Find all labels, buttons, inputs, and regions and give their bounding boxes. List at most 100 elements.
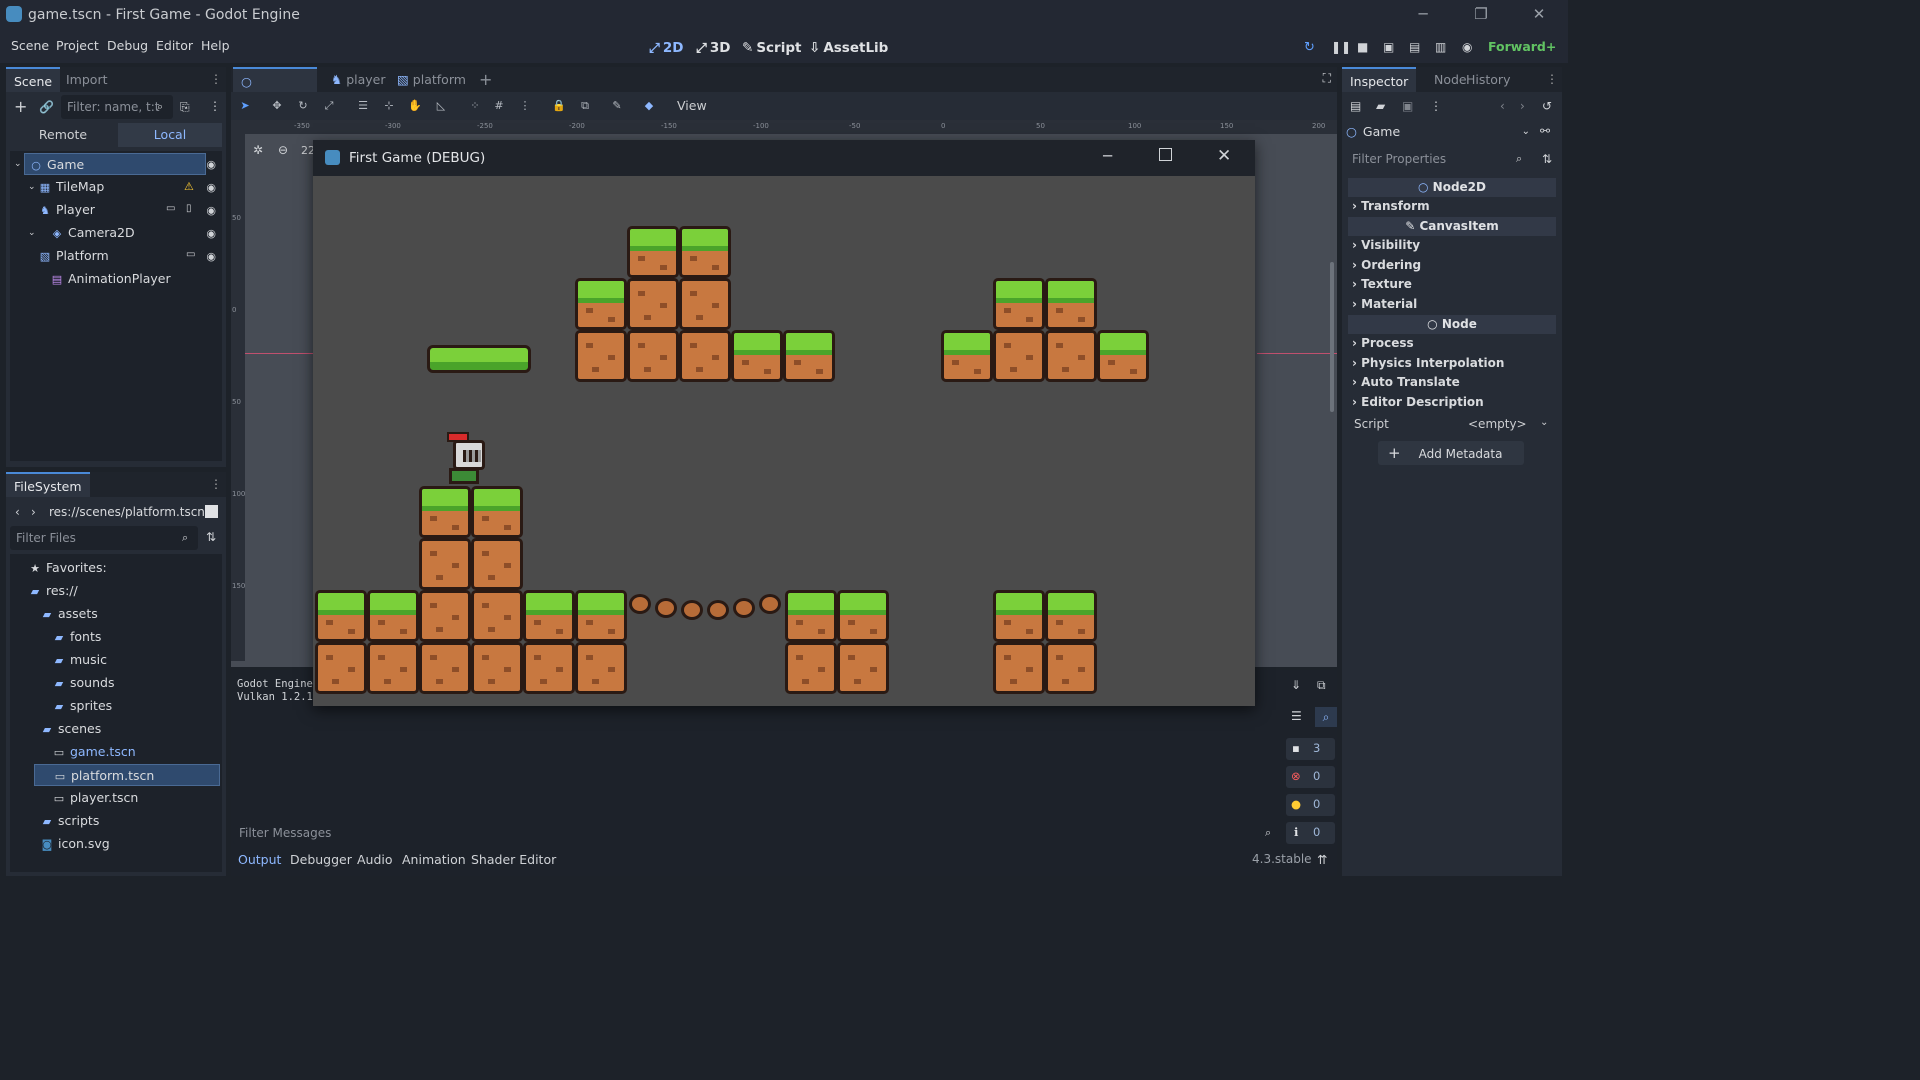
copy-icon[interactable]: ⧉ bbox=[1317, 678, 1326, 693]
path-field[interactable]: res://scenes/platform.tscn bbox=[43, 500, 205, 524]
chevron-down-icon[interactable]: ⌄ bbox=[14, 159, 22, 169]
info-count-button[interactable]: ℹ0 bbox=[1286, 822, 1335, 844]
history-back-icon[interactable]: ‹ bbox=[1500, 99, 1505, 113]
menu-project[interactable]: Project bbox=[56, 29, 99, 63]
tab-shader-editor[interactable]: Shader Editor bbox=[471, 852, 556, 867]
chevron-down-icon[interactable]: ⌄ bbox=[28, 182, 36, 192]
chevron-down-icon[interactable]: ⌄ bbox=[28, 228, 36, 238]
folder-res[interactable]: ▰ res:// bbox=[28, 580, 78, 602]
scene-menu-icon[interactable]: ⋮ bbox=[209, 99, 221, 113]
workspace-3d[interactable]: ⤢ 3D bbox=[696, 29, 730, 67]
tab-inspector[interactable]: Inspector bbox=[1342, 67, 1417, 92]
pan-tool-icon[interactable]: ✋ bbox=[407, 99, 423, 113]
prop-auto-translate[interactable]: › Auto Translate bbox=[1352, 373, 1460, 392]
folder-assets[interactable]: ▰ assets bbox=[40, 603, 98, 625]
folder-scenes[interactable]: ▰ scenes bbox=[40, 718, 101, 740]
file-icon-svg[interactable]: ◙ icon.svg bbox=[40, 833, 110, 855]
file-player-tscn[interactable]: ▭ player.tscn bbox=[52, 787, 139, 809]
rotate-tool-icon[interactable]: ↻ bbox=[295, 99, 311, 113]
tab-output[interactable]: Output bbox=[238, 852, 281, 867]
smart-snap-icon[interactable]: ⁘ bbox=[467, 99, 483, 113]
bone-icon[interactable]: ✎ bbox=[609, 99, 625, 113]
tree-item-camera2d[interactable]: ◈ Camera2D bbox=[50, 222, 135, 244]
pause-icon[interactable]: ❚❚ bbox=[1331, 40, 1351, 54]
add-node-icon[interactable]: + bbox=[14, 97, 27, 116]
group-icon[interactable]: ⧉ bbox=[577, 99, 593, 113]
zoom-out-icon[interactable]: ⊖ bbox=[278, 143, 288, 157]
link-icon[interactable]: 🔗 bbox=[39, 100, 54, 114]
menu-help[interactable]: Help bbox=[201, 29, 230, 63]
filter-lines-icon[interactable]: ☰ bbox=[1291, 709, 1302, 723]
close-icon[interactable]: ✕ bbox=[1510, 0, 1568, 29]
game-debug-window[interactable]: First Game (DEBUG) ─ ✕ bbox=[313, 140, 1255, 706]
movie-maker-icon[interactable]: ◉ bbox=[1462, 40, 1472, 54]
override-camera-icon[interactable]: ◆ bbox=[641, 99, 657, 113]
maximize-icon[interactable] bbox=[1159, 148, 1172, 161]
chevron-down-icon[interactable]: ⌄ bbox=[1540, 417, 1548, 428]
filter-messages-input[interactable]: Filter Messages bbox=[233, 822, 1279, 844]
pivot-tool-icon[interactable]: ⊹ bbox=[381, 99, 397, 113]
prop-process[interactable]: › Process bbox=[1352, 334, 1414, 353]
scroll-lock-icon[interactable]: ⇓ bbox=[1291, 678, 1301, 692]
stop-icon[interactable]: ■ bbox=[1357, 40, 1368, 54]
messages-count-button[interactable]: ▪ 3 bbox=[1286, 738, 1335, 760]
prop-transform[interactable]: › Transform bbox=[1352, 197, 1430, 216]
remote-button[interactable]: Remote bbox=[10, 123, 116, 147]
split-mode-icon[interactable] bbox=[205, 505, 218, 518]
tab-player[interactable]: ♞ player bbox=[323, 67, 393, 92]
errors-count-button[interactable]: ⊗ 0 bbox=[1286, 766, 1335, 788]
select-tool-icon[interactable]: ➤ bbox=[237, 99, 253, 113]
attach-script-icon[interactable]: ⎘ bbox=[180, 100, 190, 115]
tab-platform[interactable]: ▧ platform bbox=[389, 67, 474, 92]
prop-texture[interactable]: › Texture bbox=[1352, 275, 1412, 294]
visibility-eye-icon[interactable]: ◉ bbox=[206, 204, 216, 217]
reload-icon[interactable]: ↻ bbox=[1304, 40, 1315, 55]
menu-debug[interactable]: Debug bbox=[107, 29, 148, 63]
distraction-free-icon[interactable]: ⛶ bbox=[1323, 71, 1331, 86]
expand-bottom-icon[interactable]: ⇈ bbox=[1317, 852, 1327, 867]
play-custom-icon[interactable]: ▥ bbox=[1435, 40, 1446, 54]
search-toggle-icon[interactable]: ⌕ bbox=[1315, 707, 1337, 727]
object-props-icon[interactable]: ⚯ bbox=[1540, 124, 1550, 138]
add-metadata-button[interactable]: + Add Metadata bbox=[1378, 441, 1524, 465]
workspace-script[interactable]: ✎ Script bbox=[742, 29, 801, 67]
menu-scene[interactable]: Scene bbox=[11, 29, 49, 63]
forward-icon[interactable]: › bbox=[31, 505, 36, 519]
dock-menu-icon[interactable]: ⋮ bbox=[1546, 72, 1558, 86]
workspace-assetlib[interactable]: ⇩ AssetLib bbox=[809, 29, 888, 67]
tab-audio[interactable]: Audio bbox=[357, 852, 393, 867]
move-tool-icon[interactable]: ✥ bbox=[269, 99, 285, 113]
prop-visibility[interactable]: › Visibility bbox=[1352, 236, 1420, 255]
save-resource-icon[interactable]: ▣ bbox=[1402, 99, 1413, 113]
ruler-tool-icon[interactable]: ◺ bbox=[433, 99, 449, 113]
close-icon[interactable]: ✕ bbox=[1217, 146, 1231, 166]
warning-icon[interactable]: ⚠ bbox=[184, 180, 194, 193]
prop-ordering[interactable]: › Ordering bbox=[1352, 256, 1421, 275]
scale-tool-icon[interactable]: ⤢ bbox=[321, 99, 337, 113]
folder-music[interactable]: ▰ music bbox=[52, 649, 107, 671]
file-platform-tscn[interactable]: ▭ platform.tscn bbox=[34, 764, 220, 786]
visibility-eye-icon[interactable]: ◉ bbox=[206, 158, 216, 171]
property-sort-icon[interactable]: ⇅ bbox=[1542, 152, 1552, 166]
tree-item-animationplayer[interactable]: ▤ AnimationPlayer bbox=[50, 268, 171, 290]
viewport-scrollbar[interactable] bbox=[1330, 262, 1334, 412]
tab-animation[interactable]: Animation bbox=[402, 852, 466, 867]
favorites-item[interactable]: ★ Favorites: bbox=[28, 557, 107, 579]
menu-editor[interactable]: Editor bbox=[156, 29, 193, 63]
script-icon[interactable]: ▯ bbox=[186, 203, 192, 214]
grid-snap-icon[interactable]: # bbox=[491, 99, 507, 113]
resource-menu-icon[interactable]: ⋮ bbox=[1430, 99, 1442, 113]
dock-menu-icon[interactable]: ⋮ bbox=[210, 72, 222, 86]
renderer-dropdown[interactable]: Forward+ bbox=[1488, 39, 1556, 54]
snap-options-icon[interactable]: ⋮ bbox=[517, 99, 533, 113]
list-tool-icon[interactable]: ☰ bbox=[355, 99, 371, 113]
center-view-icon[interactable]: ✲ bbox=[253, 143, 263, 157]
visibility-eye-icon[interactable]: ◉ bbox=[206, 250, 216, 263]
prop-physics-interpolation[interactable]: › Physics Interpolation bbox=[1352, 354, 1504, 373]
folder-sounds[interactable]: ▰ sounds bbox=[52, 672, 115, 694]
add-tab-icon[interactable]: + bbox=[471, 67, 500, 92]
file-game-tscn[interactable]: ▭ game.tscn bbox=[52, 741, 136, 763]
filter-files-input[interactable]: Filter Files bbox=[10, 526, 198, 550]
restore-icon[interactable]: ❐ bbox=[1452, 0, 1510, 29]
script-value[interactable]: <empty> bbox=[1468, 417, 1527, 431]
